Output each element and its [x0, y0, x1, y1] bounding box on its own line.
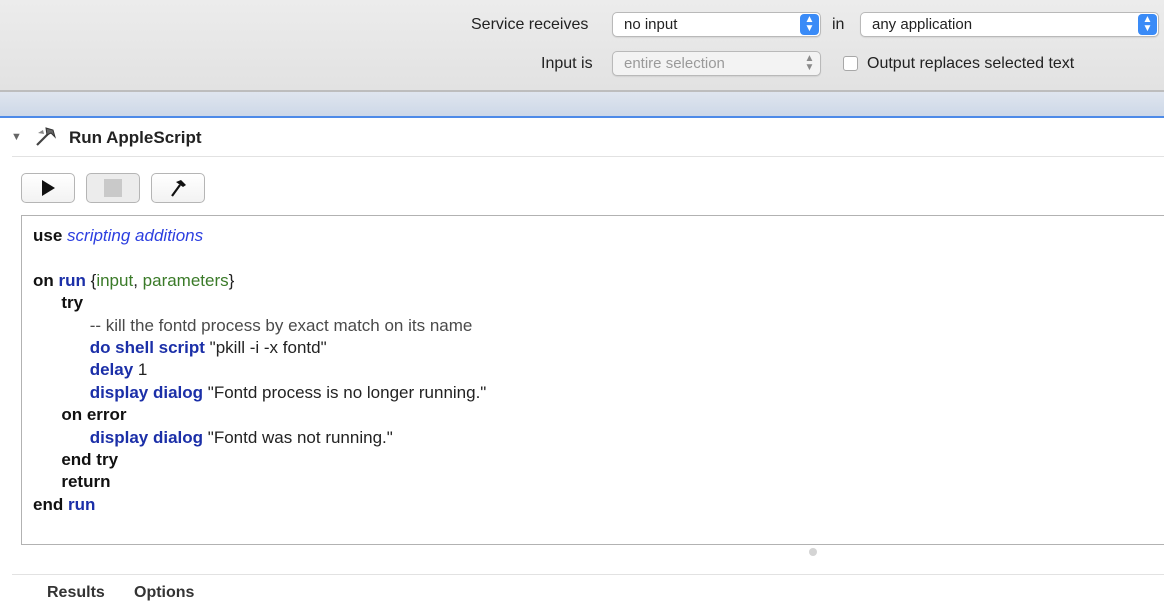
action-title: Run AppleScript [69, 128, 202, 147]
disclosure-triangle-icon[interactable]: ▼ [11, 131, 22, 143]
service-receives-label: Service receives [471, 16, 589, 33]
play-icon [42, 180, 55, 196]
service-receives-popup[interactable]: no input ▲ ▼ [612, 12, 821, 37]
in-label: in [832, 16, 845, 33]
stop-button[interactable] [86, 173, 140, 203]
resize-handle[interactable] [809, 548, 817, 556]
application-value: any application [872, 16, 973, 33]
popup-chevron-icon: ▲ ▼ [800, 14, 819, 35]
script-code: use scripting additions on run {input, p… [33, 226, 487, 514]
application-popup[interactable]: any application ▲ ▼ [860, 12, 1159, 37]
run-button[interactable] [21, 173, 75, 203]
divider [12, 156, 1164, 157]
service-receives-value: no input [624, 16, 678, 33]
output-replaces-label: Output replaces selected text [867, 55, 1075, 72]
input-is-label: Input is [541, 55, 593, 72]
hammer-icon [171, 180, 186, 197]
tab-results[interactable]: Results [47, 584, 105, 602]
input-is-popup[interactable]: entire selection ▲ ▼ [612, 51, 821, 76]
divider [12, 574, 1164, 575]
script-icon [34, 125, 58, 154]
popup-chevron-icon: ▲ ▼ [804, 53, 815, 73]
popup-chevron-icon: ▲ ▼ [1138, 14, 1157, 35]
input-is-value: entire selection [624, 55, 725, 72]
workflow-background [0, 92, 1164, 116]
stop-icon [104, 179, 122, 197]
output-replaces-checkbox[interactable] [843, 56, 858, 71]
script-editor[interactable]: use scripting additions on run {input, p… [21, 215, 1164, 545]
tab-options[interactable]: Options [134, 584, 194, 602]
service-header: Service receives no input ▲ ▼ in any appl… [0, 0, 1164, 92]
run-applescript-action: ▼ Run AppleScript use scripting addition… [0, 116, 1164, 609]
compile-button[interactable] [151, 173, 205, 203]
